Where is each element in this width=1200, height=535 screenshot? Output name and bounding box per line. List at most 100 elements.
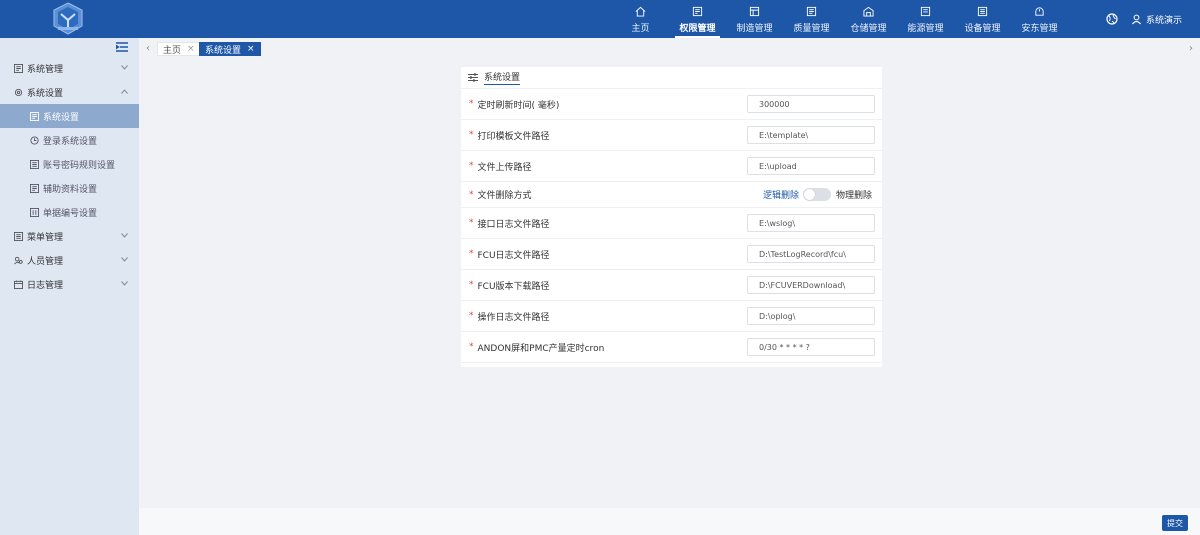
user-name: 系统演示: [1146, 16, 1183, 26]
setting-label: FCU版本下载路径: [477, 281, 550, 292]
operation-log-path-input[interactable]: [747, 307, 875, 325]
doc-numbering-icon: [30, 207, 39, 217]
interface-log-path-input[interactable]: [747, 214, 875, 232]
user-menu[interactable]: 系统演示: [1131, 13, 1182, 26]
sidebar-item-label: 单据编号设置: [43, 208, 98, 219]
fcu-download-path-input[interactable]: [747, 276, 875, 294]
sidebar-item-label: 账号密码规则设置: [43, 160, 116, 171]
settings-doc-icon: [30, 111, 39, 121]
warehouse-icon: [863, 6, 874, 17]
tabs-scroll-left-icon[interactable]: ‹: [141, 38, 155, 59]
andon-icon: [1035, 7, 1044, 16]
setting-row-andon-cron: * ANDON屏和PMC产量定时cron: [461, 332, 882, 363]
nav-item-manufacture[interactable]: 制造管理: [726, 0, 783, 38]
tab-system-settings[interactable]: 系统设置 ×: [199, 42, 261, 56]
system-manage-icon: [14, 63, 23, 73]
setting-label: 定时刷新时间( 毫秒): [477, 100, 560, 111]
gear-icon: [14, 88, 23, 96]
top-nav: 主页 权限管理 制造管理 质量管理 仓储管理 能源管理 设备管理 安东管理: [612, 0, 1068, 38]
sidebar-item-system-settings[interactable]: 系统设置: [0, 80, 139, 104]
required-mark: *: [469, 130, 474, 140]
sidebar-item-label: 人员管理: [27, 256, 64, 267]
settings-panel: 系统设置 * 定时刷新时间( 毫秒) * 打印模板文件路径 * 文件上传路径 *…: [461, 67, 882, 367]
equipment-icon: [977, 6, 988, 17]
delete-mode-toggle-group: 逻辑删除 物理删除: [763, 188, 872, 201]
panel-header: 系统设置: [461, 67, 882, 89]
andon-cron-input[interactable]: [747, 338, 875, 356]
submit-button[interactable]: 提交: [1162, 515, 1188, 531]
tabs-bar: ‹ 主页 × 系统设置 × ›: [139, 38, 1200, 59]
sidebar-subitem-system-settings[interactable]: 系统设置: [0, 104, 139, 128]
log-icon: [14, 279, 23, 289]
setting-label: 打印模板文件路径: [477, 131, 550, 142]
nav-label: 能源管理: [907, 24, 944, 34]
chevron-down-icon: [121, 281, 128, 286]
required-mark: *: [469, 218, 474, 228]
sidebar-item-logs[interactable]: 日志管理: [0, 272, 139, 296]
energy-icon: [920, 6, 931, 17]
panel-title: 系统设置: [484, 70, 521, 85]
setting-label: FCU日志文件路径: [477, 250, 550, 261]
main-content: 系统设置 * 定时刷新时间( 毫秒) * 打印模板文件路径 * 文件上传路径 *…: [139, 59, 1200, 508]
manufacture-icon: [749, 6, 760, 17]
sidebar-subitem-password-rules[interactable]: 账号密码规则设置: [0, 152, 139, 176]
quality-icon: [806, 6, 817, 17]
nav-label: 仓储管理: [850, 24, 887, 34]
nav-label: 制造管理: [736, 24, 773, 34]
required-mark: *: [469, 280, 474, 290]
sidebar-item-system-manage[interactable]: 系统管理: [0, 56, 139, 80]
close-icon[interactable]: ×: [247, 44, 255, 54]
footer-bar: 提交: [139, 508, 1200, 535]
menu-manage-icon: [14, 231, 23, 241]
required-mark: *: [469, 342, 474, 352]
required-mark: *: [469, 311, 474, 321]
logical-delete-label: 逻辑删除: [763, 191, 800, 201]
sidebar-subitem-auxiliary-data[interactable]: 辅助资料设置: [0, 176, 139, 200]
refresh-interval-input[interactable]: [747, 95, 875, 113]
menu-collapse-icon[interactable]: [116, 42, 128, 52]
nav-item-equipment[interactable]: 设备管理: [954, 0, 1011, 38]
nav-item-andon[interactable]: 安东管理: [1011, 0, 1068, 38]
nav-label: 权限管理: [679, 24, 716, 34]
sliders-icon: [468, 73, 478, 82]
sidebar-item-label: 系统管理: [27, 64, 64, 75]
nav-label: 安东管理: [1021, 24, 1058, 34]
setting-label: 操作日志文件路径: [477, 312, 550, 323]
nav-item-warehouse[interactable]: 仓储管理: [840, 0, 897, 38]
close-icon[interactable]: ×: [187, 44, 195, 54]
setting-label: 接口日志文件路径: [477, 219, 550, 230]
home-icon: [635, 6, 646, 17]
permission-icon: [692, 6, 703, 17]
setting-row-delete-mode: * 文件删除方式 逻辑删除 物理删除: [461, 182, 882, 208]
sidebar-item-label: 日志管理: [27, 280, 64, 291]
sidebar-subitem-doc-numbering[interactable]: 单据编号设置: [0, 200, 139, 224]
sidebar-menu: 系统管理 系统设置 系统设置 登录系统设置 账号密码规则设置 辅助资料设置 单据…: [0, 56, 139, 296]
required-mark: *: [469, 99, 474, 109]
sidebar-item-users[interactable]: 人员管理: [0, 248, 139, 272]
fcu-log-path-input[interactable]: [747, 245, 875, 263]
globe-icon[interactable]: [1106, 13, 1118, 25]
tab-label: 主页: [163, 45, 182, 56]
top-header: 主页 权限管理 制造管理 质量管理 仓储管理 能源管理 设备管理 安东管理 系统…: [0, 0, 1200, 38]
nav-label: 质量管理: [793, 24, 830, 34]
print-template-path-input[interactable]: [747, 126, 875, 144]
sidebar-item-menu-manage[interactable]: 菜单管理: [0, 224, 139, 248]
logo-icon[interactable]: [52, 2, 84, 36]
setting-row-fcu-log: * FCU日志文件路径: [461, 239, 882, 270]
nav-item-home[interactable]: 主页: [612, 0, 669, 38]
delete-mode-switch[interactable]: [803, 188, 832, 201]
nav-item-quality[interactable]: 质量管理: [783, 0, 840, 38]
setting-row-upload: * 文件上传路径: [461, 151, 882, 182]
nav-label: 主页: [631, 24, 650, 34]
sidebar-subitem-login-settings[interactable]: 登录系统设置: [0, 128, 139, 152]
nav-item-permission[interactable]: 权限管理: [669, 0, 726, 38]
sidebar: 系统管理 系统设置 系统设置 登录系统设置 账号密码规则设置 辅助资料设置 单据…: [0, 38, 139, 535]
tabs-scroll-right-icon[interactable]: ›: [1184, 38, 1198, 59]
chevron-down-icon: [121, 65, 128, 70]
upload-path-input[interactable]: [747, 157, 875, 175]
sidebar-item-label: 系统设置: [43, 112, 80, 123]
setting-label: 文件删除方式: [477, 191, 532, 201]
tab-home[interactable]: 主页 ×: [157, 42, 201, 56]
nav-item-energy[interactable]: 能源管理: [897, 0, 954, 38]
tab-label: 系统设置: [205, 45, 242, 56]
